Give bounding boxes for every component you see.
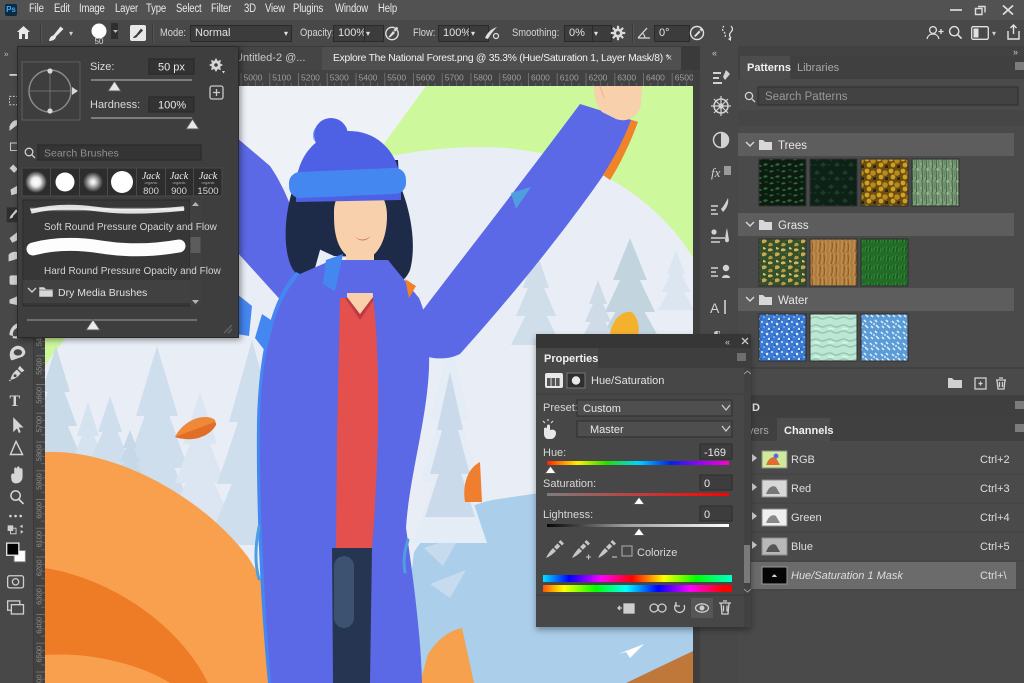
svg-text:Custom: Custom bbox=[583, 403, 621, 415]
svg-text:0: 0 bbox=[704, 478, 710, 490]
svg-text:50: 50 bbox=[95, 37, 104, 45]
svg-text:5500: 5500 bbox=[35, 358, 44, 375]
svg-text:5900: 5900 bbox=[502, 73, 521, 83]
svg-text:5700: 5700 bbox=[445, 73, 464, 83]
svg-text:Hardness:: Hardness: bbox=[90, 99, 140, 111]
svg-text:Channels: Channels bbox=[784, 425, 834, 437]
svg-text:Ctrl+4: Ctrl+4 bbox=[980, 512, 1010, 524]
svg-text:6500: 6500 bbox=[35, 646, 44, 663]
svg-text:5900: 5900 bbox=[35, 473, 44, 490]
svg-text:Trees: Trees bbox=[778, 140, 807, 152]
svg-text:5600: 5600 bbox=[35, 387, 44, 404]
svg-text:»: » bbox=[4, 48, 9, 58]
svg-text:5700: 5700 bbox=[35, 416, 44, 433]
svg-text:800: 800 bbox=[143, 186, 159, 197]
svg-text:Red: Red bbox=[791, 483, 811, 495]
svg-text:fx: fx bbox=[711, 165, 721, 180]
svg-text:Preset:: Preset: bbox=[543, 402, 578, 414]
svg-text:Colorize: Colorize bbox=[637, 547, 677, 559]
svg-text:organic: organic bbox=[172, 180, 185, 185]
svg-text:5500: 5500 bbox=[387, 73, 406, 83]
svg-text:5300: 5300 bbox=[330, 73, 349, 83]
svg-text:900: 900 bbox=[171, 186, 187, 197]
svg-text:5400: 5400 bbox=[359, 73, 378, 83]
svg-text:Hard Round Pressure Opacity an: Hard Round Pressure Opacity and Flow bbox=[44, 266, 222, 277]
svg-text:Dry Media Brushes: Dry Media Brushes bbox=[58, 287, 147, 299]
svg-text:6100: 6100 bbox=[35, 531, 44, 548]
svg-text:Size:: Size: bbox=[90, 61, 114, 73]
svg-text:Libraries: Libraries bbox=[797, 62, 840, 74]
svg-text:organic: organic bbox=[201, 180, 214, 185]
svg-text:A: A bbox=[710, 300, 720, 316]
svg-text:»: » bbox=[1013, 47, 1018, 57]
svg-text:50 px: 50 px bbox=[158, 62, 185, 74]
svg-text:Properties: Properties bbox=[544, 353, 598, 365]
svg-text:Hue:: Hue: bbox=[543, 447, 566, 459]
svg-text:Saturation:: Saturation: bbox=[543, 478, 596, 490]
svg-text:Ctrl+3: Ctrl+3 bbox=[980, 483, 1010, 495]
svg-text:6400: 6400 bbox=[35, 617, 44, 634]
svg-text:Grass: Grass bbox=[778, 220, 809, 232]
svg-text:Blue: Blue bbox=[791, 541, 813, 553]
svg-text:RGB: RGB bbox=[791, 454, 815, 466]
svg-text:Water: Water bbox=[778, 295, 808, 307]
svg-text:Master: Master bbox=[590, 424, 624, 436]
svg-text:T: T bbox=[10, 393, 21, 410]
svg-text:«: « bbox=[725, 337, 730, 347]
svg-text:6100: 6100 bbox=[560, 73, 579, 83]
svg-text:Ctrl+5: Ctrl+5 bbox=[980, 541, 1010, 553]
svg-text:1500: 1500 bbox=[197, 186, 218, 197]
svg-text:0: 0 bbox=[704, 509, 710, 521]
svg-text:6200: 6200 bbox=[589, 73, 608, 83]
svg-text:5800: 5800 bbox=[474, 73, 493, 83]
svg-text:5100: 5100 bbox=[272, 73, 291, 83]
svg-text:5000: 5000 bbox=[244, 73, 263, 83]
svg-text:100%: 100% bbox=[158, 100, 186, 112]
svg-text:Patterns: Patterns bbox=[747, 62, 791, 74]
svg-text:-169: -169 bbox=[704, 447, 726, 459]
svg-text:Hue/Saturation: Hue/Saturation bbox=[591, 375, 664, 387]
svg-text:6200: 6200 bbox=[35, 560, 44, 577]
svg-text:6000: 6000 bbox=[531, 73, 550, 83]
svg-text:«: « bbox=[712, 48, 717, 58]
svg-text:D: D bbox=[752, 402, 760, 414]
svg-text:6500: 6500 bbox=[675, 73, 694, 83]
svg-text:Ctrl+2: Ctrl+2 bbox=[980, 454, 1010, 466]
svg-text:6000: 6000 bbox=[35, 502, 44, 519]
svg-text:5600: 5600 bbox=[416, 73, 435, 83]
svg-text:Search Patterns: Search Patterns bbox=[765, 91, 848, 103]
svg-text:5800: 5800 bbox=[35, 445, 44, 462]
svg-text:5200: 5200 bbox=[301, 73, 320, 83]
svg-text:organic: organic bbox=[144, 180, 157, 185]
svg-text:Hue/Saturation 1 Mask: Hue/Saturation 1 Mask bbox=[791, 570, 903, 582]
svg-text:yers: yers bbox=[748, 425, 769, 437]
svg-text:6300: 6300 bbox=[617, 73, 636, 83]
svg-text:Green: Green bbox=[791, 512, 822, 524]
svg-text:Lightness:: Lightness: bbox=[543, 509, 593, 521]
svg-text:Search Brushes: Search Brushes bbox=[44, 148, 119, 160]
svg-text:6300: 6300 bbox=[35, 588, 44, 605]
svg-text:Soft Round Pressure Opacity an: Soft Round Pressure Opacity and Flow bbox=[44, 222, 218, 233]
svg-text:Ctrl+\: Ctrl+\ bbox=[980, 570, 1008, 582]
svg-text:6400: 6400 bbox=[646, 73, 665, 83]
